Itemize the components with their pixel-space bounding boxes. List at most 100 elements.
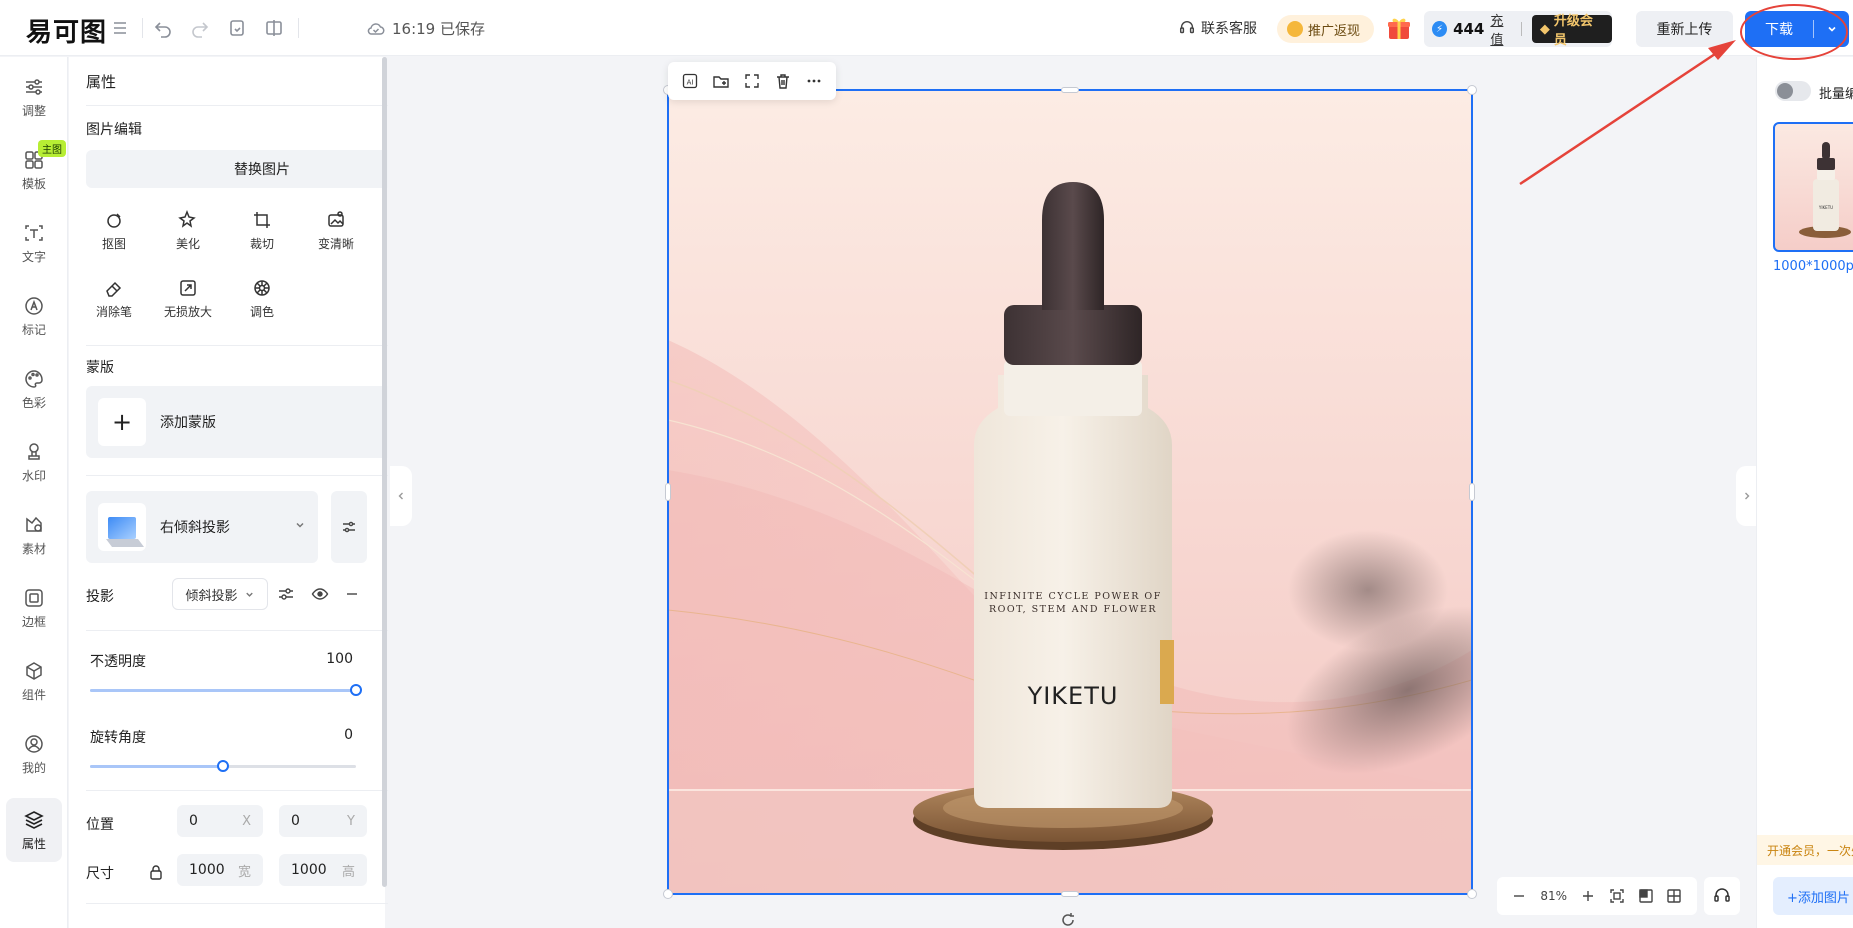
trash-icon[interactable] <box>774 72 792 90</box>
collapse-right-panel-button[interactable] <box>1736 466 1758 526</box>
nav-item-adjust[interactable]: 调整 <box>6 65 62 129</box>
vip-banner[interactable]: 开通会员，一次处理更多 <box>1757 835 1853 865</box>
template-badge: 主图 <box>38 140 66 157</box>
tool-cutout[interactable]: 抠图 <box>77 205 151 257</box>
opacity-slider-fill <box>90 689 356 692</box>
nav-item-text[interactable]: 文字 <box>6 211 62 275</box>
batch-edit-toggle[interactable] <box>1775 81 1811 101</box>
ai-icon[interactable]: AI <box>681 72 699 90</box>
add-image-button[interactable]: +添加图片 <box>1773 877 1853 915</box>
upscale-icon <box>180 280 196 296</box>
recharge-link[interactable]: 充值 <box>1490 10 1515 48</box>
zoom-in-icon[interactable] <box>1580 888 1596 904</box>
zoom-out-icon[interactable] <box>1511 888 1527 904</box>
contact-support-button[interactable]: 联系客服 <box>1178 18 1257 38</box>
position-x-input[interactable]: 0 X <box>177 805 263 837</box>
properties-panel: 属性 图片编辑 替换图片 抠图 美化 裁切 变清晰 消除笔 无损放大 调色 蒙版… <box>69 57 438 928</box>
nav-item-marker[interactable]: 标记 <box>6 284 62 348</box>
nav-item-material[interactable]: 素材 <box>6 503 62 567</box>
eye-icon[interactable] <box>309 583 331 605</box>
selection-frame[interactable] <box>667 89 1473 895</box>
fullscreen-icon[interactable] <box>743 72 761 90</box>
history-icon[interactable] <box>225 16 249 40</box>
border-icon <box>25 588 43 607</box>
reupload-button[interactable]: 重新上传 <box>1636 11 1733 47</box>
more-icon[interactable] <box>805 72 823 90</box>
resize-handle-right[interactable] <box>1469 483 1475 501</box>
shadow-type-value: 倾斜投影 <box>185 588 238 604</box>
fit-screen-icon[interactable] <box>1609 888 1625 904</box>
height-unit: 高 <box>341 864 355 880</box>
top-bar: 易可图 16:19 已保存 联系客服 推广返现 ⚡ 444 充值 ◆ 升级会员 … <box>0 0 1853 56</box>
resize-handle-top-right[interactable] <box>1467 85 1477 95</box>
minus-icon[interactable] <box>341 583 363 605</box>
collapse-left-panel-button[interactable] <box>390 466 412 526</box>
nav-item-mine[interactable]: 我的 <box>6 722 62 786</box>
nav-label: 水印 <box>21 468 46 483</box>
rotate-icon[interactable] <box>1059 911 1077 928</box>
help-button[interactable] <box>1704 877 1740 915</box>
tool-eraser[interactable]: 消除笔 <box>77 273 151 325</box>
zoom-level[interactable]: 81% <box>1540 889 1567 903</box>
menu-icon[interactable] <box>108 16 132 40</box>
width-input[interactable]: 1000 宽 <box>177 854 263 886</box>
tool-crop[interactable]: 裁切 <box>225 205 299 257</box>
thumbnail-size: 1000*1000px <box>1773 259 1853 274</box>
promo-button[interactable]: 推广返现 <box>1277 15 1375 43</box>
shadow-settings-icon[interactable] <box>275 583 297 605</box>
add-to-folder-icon[interactable] <box>712 72 730 90</box>
resize-handle-top[interactable] <box>1061 87 1079 93</box>
shadow-adjust-button[interactable] <box>331 491 367 563</box>
tool-upscale[interactable]: 无损放大 <box>151 273 225 325</box>
nav-label: 属性 <box>21 836 46 851</box>
nav-label: 模板 <box>21 176 46 191</box>
nav-item-component[interactable]: 组件 <box>6 649 62 713</box>
nav-item-watermark[interactable]: 水印 <box>6 430 62 494</box>
resize-handle-bottom[interactable] <box>1061 891 1079 897</box>
toolbar-divider <box>298 18 299 38</box>
rotation-slider-knob[interactable] <box>217 760 229 772</box>
chevron-down-icon <box>245 592 253 597</box>
image-thumbnail[interactable]: YIKETU <box>1773 122 1853 252</box>
tool-label: 调色 <box>249 305 274 319</box>
shadow-preset-dropdown[interactable]: 右倾斜投影 <box>86 491 318 563</box>
gift-icon[interactable] <box>1386 15 1412 41</box>
sharpen-icon <box>328 211 344 227</box>
app-logo[interactable]: 易可图 <box>26 12 107 49</box>
tool-label: 抠图 <box>101 237 126 251</box>
position-y-input[interactable]: 0 Y <box>279 805 367 837</box>
rotation-slider[interactable] <box>90 760 356 772</box>
mask-title: 蒙版 <box>86 360 114 376</box>
cloud-icon <box>367 22 385 35</box>
height-input[interactable]: 1000 高 <box>279 854 367 886</box>
headset-icon <box>1714 888 1730 902</box>
grid-icon[interactable] <box>1666 888 1682 904</box>
nav-item-color[interactable]: 色彩 <box>6 357 62 421</box>
component-icon <box>26 661 42 680</box>
eraser-icon <box>106 281 122 297</box>
resize-handle-left[interactable] <box>665 483 671 501</box>
tool-sharpen[interactable]: 变清晰 <box>299 205 373 257</box>
nav-item-border[interactable]: 边框 <box>6 576 62 640</box>
lock-icon[interactable] <box>145 861 167 883</box>
divider <box>86 903 438 904</box>
layout-icon[interactable] <box>1638 888 1654 904</box>
nav-item-properties[interactable]: 属性 <box>6 798 62 862</box>
tool-label: 变清晰 <box>317 237 354 251</box>
undo-icon[interactable] <box>151 16 175 40</box>
resize-handle-bottom-left[interactable] <box>663 889 673 899</box>
tool-color-tone[interactable]: 调色 <box>225 273 299 325</box>
headset-icon <box>1179 21 1195 34</box>
upgrade-vip-button[interactable]: ◆ 升级会员 <box>1531 14 1612 48</box>
opacity-slider[interactable] <box>90 684 362 696</box>
redo-icon[interactable] <box>188 16 212 40</box>
coin-icon <box>1287 21 1303 37</box>
tool-beautify[interactable]: 美化 <box>151 205 225 257</box>
opacity-slider-knob[interactable] <box>350 684 362 696</box>
properties-scrollbar[interactable] <box>382 57 387 887</box>
resize-handle-bottom-right[interactable] <box>1467 889 1477 899</box>
vip-label: 升级会员 <box>1553 14 1593 48</box>
credit-count: 444 <box>1453 20 1485 38</box>
shadow-type-select[interactable]: 倾斜投影 <box>172 578 268 610</box>
compare-icon[interactable] <box>262 16 286 40</box>
